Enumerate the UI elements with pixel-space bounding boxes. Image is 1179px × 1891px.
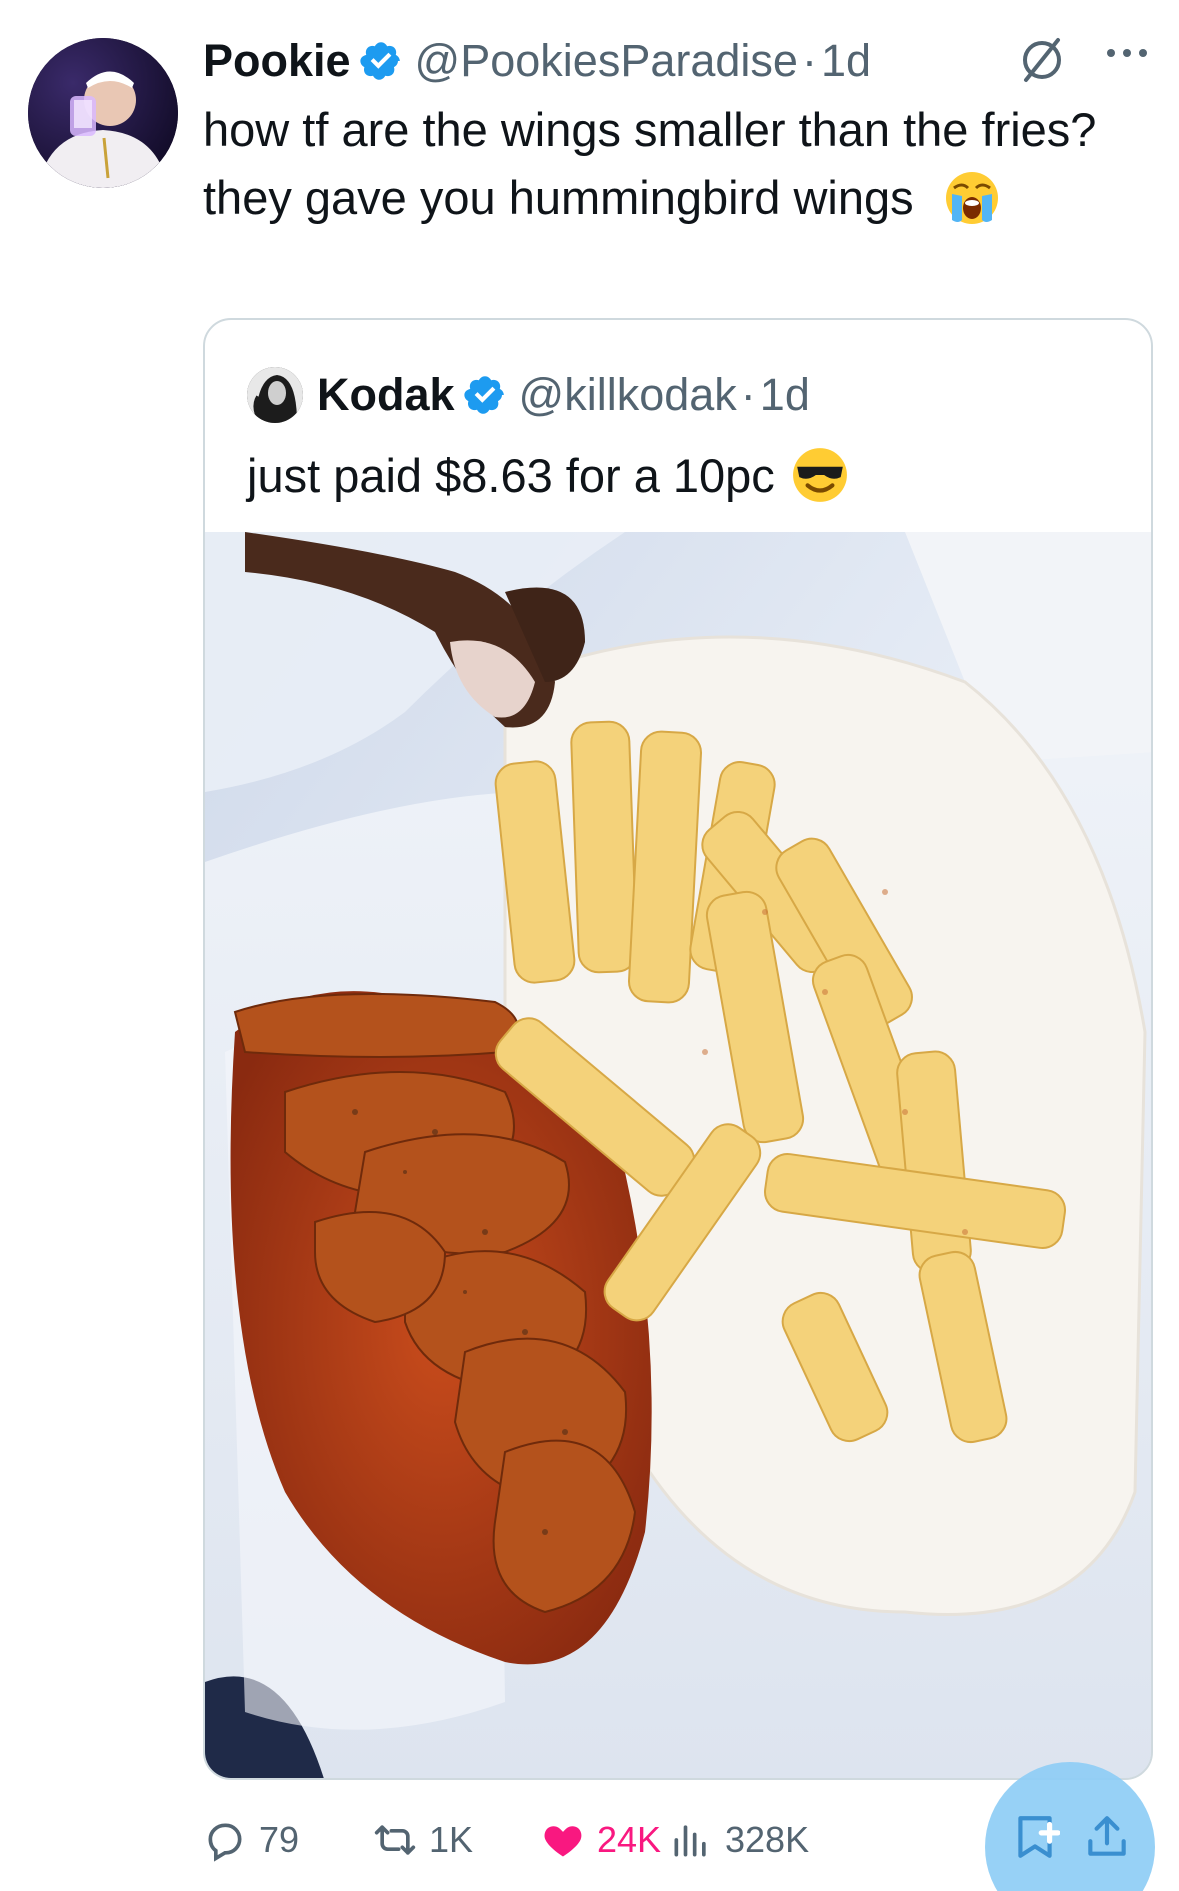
loudly-crying-face-icon — [945, 172, 998, 224]
share-icon[interactable] — [1082, 1812, 1132, 1862]
avatar-image — [28, 38, 178, 188]
like-count: 24K — [597, 1819, 662, 1860]
views-button[interactable]: 328K — [669, 1810, 809, 1870]
quoted-tweet-text: just paid $8.63 for a 10pc — [247, 440, 849, 510]
author-handle[interactable]: @PookiesParadise — [415, 35, 798, 87]
bookmark-share-group — [1010, 1812, 1132, 1862]
heart-filled-icon — [544, 1826, 582, 1857]
grok-icon — [1023, 38, 1061, 82]
author-display-name[interactable]: Pookie — [203, 35, 351, 87]
quoted-verified-badge-icon[interactable] — [463, 373, 507, 417]
more-options-icon[interactable] — [1105, 38, 1149, 68]
quoted-tweet-header: Kodak @killkodak · 1d — [247, 362, 810, 428]
grok-button[interactable] — [1016, 35, 1068, 85]
tweet-timestamp[interactable]: 1d — [821, 35, 871, 87]
tweet-photo[interactable] — [205, 532, 1153, 1780]
author-avatar[interactable] — [28, 38, 178, 188]
quoted-handle[interactable]: @killkodak — [519, 369, 737, 421]
separator-dot: · — [801, 35, 817, 86]
views-chart-icon — [674, 1825, 706, 1857]
tweet-header: Pookie @PookiesParadise · 1d — [203, 28, 871, 94]
tweet-text-line-1: how tf are the wings smaller than the fr… — [203, 103, 1097, 156]
quoted-separator-dot: · — [740, 369, 756, 420]
reply-button[interactable]: 79 — [203, 1810, 299, 1870]
quoted-avatar-image — [247, 367, 303, 423]
tweet-text-line-2-content: they gave you hummingbird wings — [203, 171, 914, 224]
views-count: 328K — [725, 1819, 810, 1860]
like-button[interactable]: 24K — [541, 1810, 661, 1870]
reply-icon — [208, 1823, 242, 1862]
repost-icon — [374, 1825, 416, 1855]
smiling-face-with-sunglasses-icon — [792, 448, 847, 502]
reply-count: 79 — [259, 1819, 300, 1860]
verified-badge-icon[interactable] — [359, 39, 403, 83]
repost-button[interactable]: 1K — [373, 1810, 473, 1870]
quoted-timestamp[interactable]: 1d — [760, 369, 810, 421]
tweet-text: how tf are the wings smaller than the fr… — [203, 98, 1103, 230]
quoted-display-name[interactable]: Kodak — [317, 369, 455, 421]
bookmark-add-icon[interactable] — [1010, 1812, 1060, 1862]
quoted-tweet-text-content: just paid $8.63 for a 10pc — [247, 448, 775, 502]
quoted-tweet-card[interactable]: Kodak @killkodak · 1d just paid $8.63 fo… — [203, 318, 1153, 1780]
tweet-text-line-2: they gave you hummingbird wings — [203, 166, 1103, 230]
quoted-author-avatar[interactable] — [247, 367, 303, 423]
repost-count: 1K — [429, 1819, 474, 1860]
